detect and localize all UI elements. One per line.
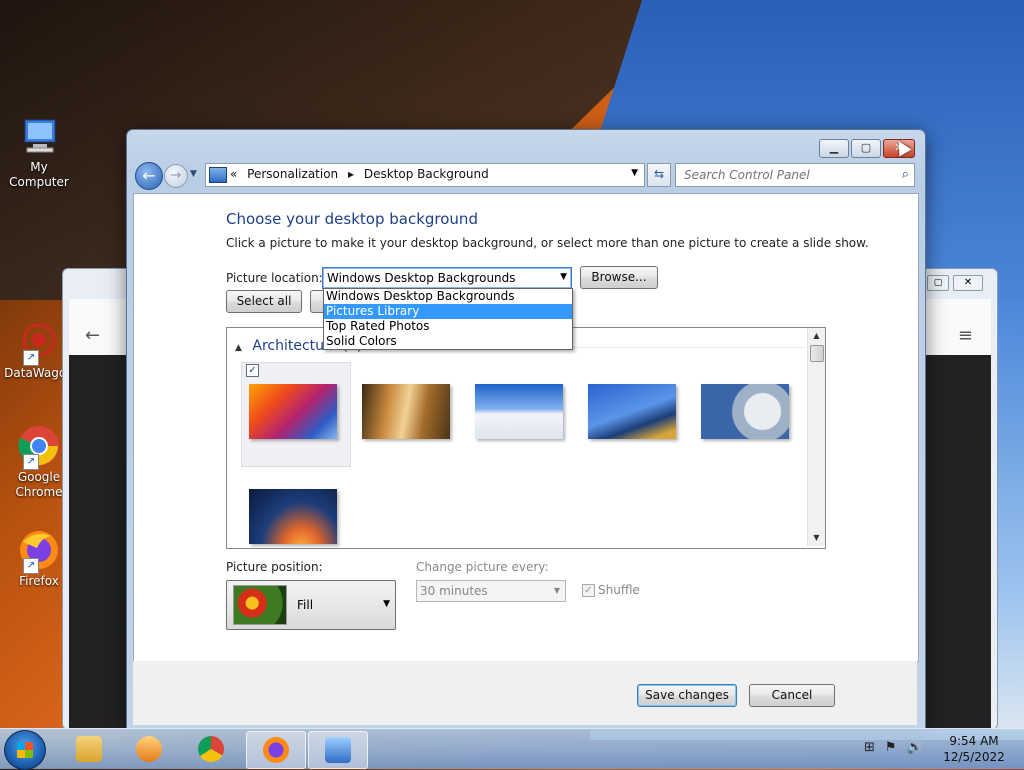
control-panel-icon <box>209 167 227 183</box>
browser-dark-panel-right <box>921 355 991 729</box>
windows-logo-icon <box>17 742 33 758</box>
breadcrumb-separator[interactable]: ▸ <box>348 167 354 181</box>
browser-dark-panel-left <box>69 355 133 729</box>
maximize-button[interactable]: ▢ <box>851 139 881 158</box>
taskbar-chrome[interactable] <box>182 731 240 767</box>
folder-icon <box>76 736 102 762</box>
forward-button[interactable]: → <box>164 164 188 188</box>
location-option[interactable]: Solid Colors <box>324 334 572 349</box>
minimize-button[interactable]: ▁ <box>819 139 849 158</box>
computer-icon <box>17 114 61 158</box>
location-option[interactable]: Top Rated Photos <box>324 319 572 334</box>
shuffle-checkbox[interactable]: ✓ <box>582 584 595 597</box>
browser-menu-icon[interactable]: ≡ <box>958 325 973 346</box>
taskbar-media-player[interactable] <box>120 731 178 767</box>
browser-close-icon[interactable]: ✕ <box>953 275 983 291</box>
save-changes-button[interactable]: Save changes <box>637 684 737 707</box>
select-all-button[interactable]: Select all <box>226 290 302 313</box>
picture-location-value: Windows Desktop Backgrounds <box>327 271 516 285</box>
clock-date: 12/5/2022 <box>943 750 1005 764</box>
start-button[interactable] <box>4 730 46 770</box>
main-content: Choose your desktop background Click a p… <box>133 193 919 662</box>
breadcrumb-overflow[interactable]: « <box>230 167 237 181</box>
taskbar-firefox[interactable] <box>246 731 306 769</box>
location-option-selected[interactable]: Pictures Library <box>324 304 572 319</box>
chevron-down-icon: ▼ <box>383 599 390 609</box>
control-panel-icon <box>325 737 351 763</box>
wallpaper-thumbnail-4[interactable] <box>588 384 676 439</box>
desktop-icon-label: My Computer <box>9 160 69 189</box>
network-icon[interactable]: ⊞ <box>864 740 875 755</box>
picture-gallery: ▲ Architecture (6) ✓ ▲ ▼ <box>226 327 826 549</box>
media-player-icon <box>136 736 162 762</box>
back-button[interactable]: ← <box>135 162 163 190</box>
wallpaper-thumbnail-3[interactable] <box>475 384 563 439</box>
location-option[interactable]: Windows Desktop Backgrounds <box>324 289 572 304</box>
chevron-down-icon: ▼ <box>560 272 567 282</box>
gallery-scrollbar[interactable]: ▲ ▼ <box>807 328 825 546</box>
taskbar-control-panel[interactable] <box>308 731 368 769</box>
page-description: Click a picture to make it your desktop … <box>226 236 869 250</box>
desktop-background-window[interactable]: ▁ ▢ ✕ ← → ▼ « Personalization ▸ Desktop … <box>126 129 926 729</box>
desktop-icon-my-computer[interactable]: My Computer <box>0 114 78 190</box>
change-picture-combo[interactable]: 30 minutes ▼ <box>416 580 566 602</box>
change-picture-value: 30 minutes <box>420 584 488 598</box>
shortcut-arrow-icon: ↗ <box>23 558 39 574</box>
picture-position-combo[interactable]: Fill ▼ <box>226 580 396 630</box>
shuffle-label: Shuffle <box>598 583 640 597</box>
wallpaper-thumbnail-1[interactable] <box>249 384 337 439</box>
picture-location-label: Picture location: <box>226 271 323 285</box>
firefox-icon <box>263 737 289 763</box>
wallpaper-thumbnail-2[interactable] <box>362 384 450 439</box>
change-picture-label: Change picture every: <box>416 560 549 574</box>
picture-location-dropdown-list: Windows Desktop Backgrounds Pictures Lib… <box>323 288 573 350</box>
taskbar: ⊞ ⚑ 🔊 9:54 AM 12/5/2022 <box>0 728 1024 770</box>
clock[interactable]: 9:54 AM 12/5/2022 <box>936 733 1012 765</box>
chevron-down-icon: ▼ <box>553 586 560 595</box>
position-preview-image <box>233 585 287 625</box>
navigation-bar: ← → ▼ « Personalization ▸ Desktop Backgr… <box>133 160 919 190</box>
wallpaper-thumbnail-6[interactable] <box>249 489 337 544</box>
search-box[interactable]: ⌕ <box>675 163 915 187</box>
wallpaper-thumbnail-5[interactable] <box>701 384 789 439</box>
search-icon[interactable]: ⌕ <box>902 167 909 182</box>
action-center-flag-icon[interactable]: ⚑ <box>885 740 897 755</box>
page-title: Choose your desktop background <box>226 210 478 228</box>
address-bar[interactable]: « Personalization ▸ Desktop Background ▼ <box>205 163 645 187</box>
breadcrumb-desktop-background[interactable]: Desktop Background <box>364 167 489 181</box>
dialog-footer: Save changes Cancel <box>133 661 917 725</box>
scroll-down-icon[interactable]: ▼ <box>808 530 825 546</box>
refresh-button[interactable]: ⇆ <box>647 163 671 187</box>
recent-pages-dropdown[interactable]: ▼ <box>190 169 197 179</box>
breadcrumb: « Personalization ▸ Desktop Background <box>230 167 495 181</box>
thumbnail-checkbox[interactable]: ✓ <box>246 364 259 377</box>
cancel-button[interactable]: Cancel <box>749 684 835 707</box>
browse-button[interactable]: Browse... <box>580 266 658 289</box>
clock-time: 9:54 AM <box>949 734 999 748</box>
chrome-icon <box>198 736 224 762</box>
address-dropdown-icon[interactable]: ▼ <box>631 168 638 178</box>
shortcut-arrow-icon: ↗ <box>23 350 39 366</box>
picture-position-value: Fill <box>297 598 314 612</box>
chrome-icon: ↗ <box>17 424 61 470</box>
search-input[interactable] <box>682 167 886 183</box>
collapse-triangle-icon[interactable]: ▲ <box>235 343 242 353</box>
taskbar-explorer[interactable] <box>60 731 118 767</box>
browser-back-icon[interactable]: ← <box>85 325 100 346</box>
firefox-icon: ↗ <box>17 528 61 574</box>
breadcrumb-personalization[interactable]: Personalization <box>247 167 338 181</box>
picture-location-combo[interactable]: Windows Desktop Backgrounds ▼ <box>322 267 572 289</box>
system-tray: ⊞ ⚑ 🔊 <box>864 740 933 755</box>
shortcut-arrow-icon: ↗ <box>23 454 39 470</box>
scrollbar-thumb[interactable] <box>810 345 824 362</box>
datawagon-icon: ↗ <box>17 320 61 366</box>
browser-maximize-icon[interactable]: ▢ <box>927 275 949 291</box>
picture-position-label: Picture position: <box>226 560 323 574</box>
volume-icon[interactable]: 🔊 <box>907 740 923 755</box>
scroll-up-icon[interactable]: ▲ <box>808 328 825 344</box>
